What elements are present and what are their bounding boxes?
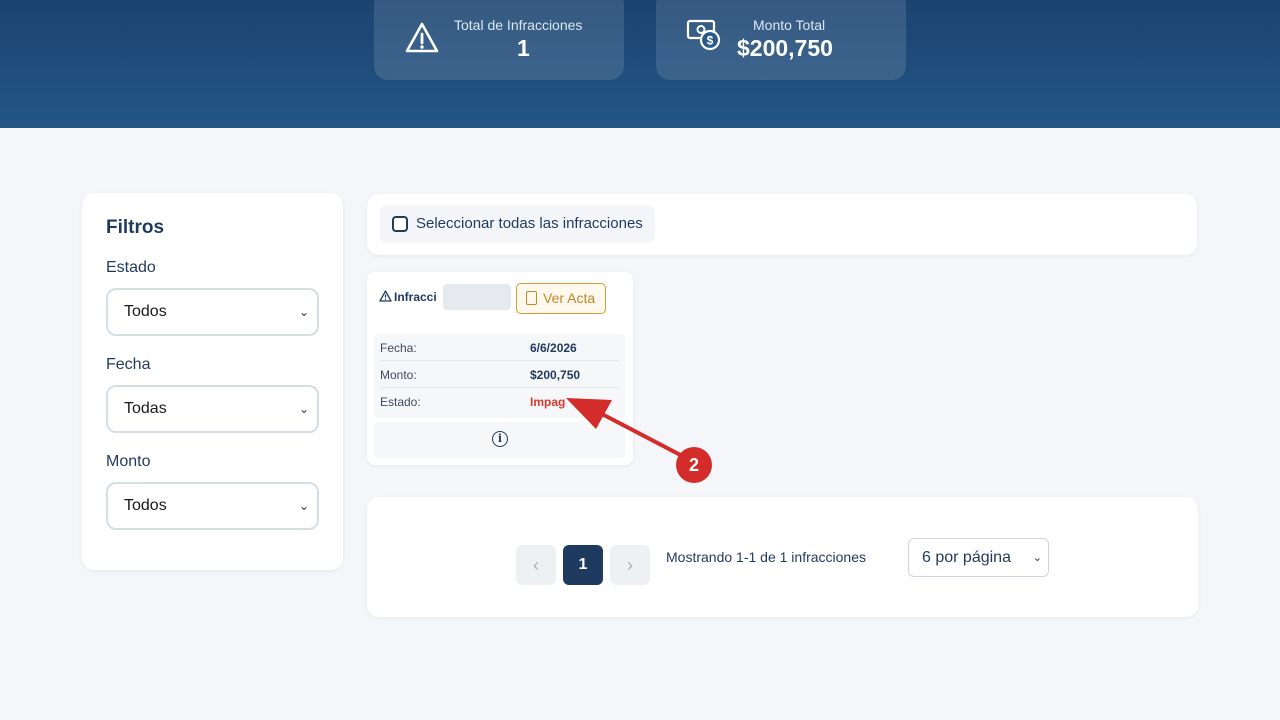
estado-select[interactable]: Todos ⌄: [106, 288, 319, 336]
annotation-step-badge: 2: [676, 447, 712, 483]
fecha-select[interactable]: Todas ⌄: [106, 385, 319, 433]
monto-select-value: Todos: [124, 497, 167, 514]
view-acta-label: Ver Acta: [543, 290, 596, 306]
per-page-select[interactable]: 6 por página ⌄: [908, 538, 1049, 577]
svg-text:$: $: [707, 34, 714, 48]
pagination-summary: Mostrando 1-1 de 1 infracciones: [666, 549, 866, 565]
infraction-title-text: Infracci: [394, 290, 437, 304]
chevron-down-icon: ⌄: [298, 499, 309, 513]
header-banner: Total de Infracciones 1 $ Monto Total $2…: [0, 0, 1280, 128]
total-amount-value: $200,750: [737, 35, 833, 61]
select-all-label: Seleccionar todas las infracciones: [416, 215, 643, 232]
monto-select[interactable]: Todos ⌄: [106, 482, 319, 530]
money-icon: $: [686, 19, 721, 51]
info-icon[interactable]: i: [492, 431, 508, 447]
detail-key: Fecha:: [380, 341, 417, 355]
fecha-select-value: Todas: [124, 400, 167, 417]
total-infractions-value: 1: [517, 35, 530, 61]
per-page-value: 6 por página: [922, 549, 1011, 566]
redacted-id: [443, 284, 511, 310]
select-all-bar: Seleccionar todas las infracciones: [367, 194, 1197, 255]
detail-value: 6/6/2026: [530, 341, 577, 355]
page-1-button[interactable]: 1: [563, 545, 603, 585]
detail-row: Monto: $200,750: [380, 361, 619, 388]
infraction-card: Infracci Ver Acta Fecha: 6/6/2026 Monto:…: [367, 272, 633, 465]
detail-value: $200,750: [530, 368, 581, 382]
warning-icon: [405, 22, 439, 53]
warning-icon: [379, 290, 392, 302]
infraction-footer: i: [374, 422, 625, 458]
detail-key: Estado:: [380, 395, 421, 409]
next-page-button[interactable]: ›: [610, 545, 650, 585]
detail-row: Fecha: 6/6/2026: [380, 334, 619, 361]
chevron-down-icon: ⌄: [1032, 552, 1042, 564]
estado-select-value: Todos: [124, 303, 167, 320]
total-infractions-card: Total de Infracciones 1: [374, 0, 624, 80]
chevron-down-icon: ⌄: [298, 305, 309, 319]
view-acta-button[interactable]: Ver Acta: [516, 283, 606, 314]
pagination-bar: ‹ 1 › Mostrando 1-1 de 1 infracciones 6 …: [367, 497, 1198, 617]
estado-label: Estado: [106, 259, 156, 276]
status-value: Impag: [530, 395, 566, 409]
total-amount-label: Monto Total: [753, 17, 826, 33]
prev-page-button[interactable]: ‹: [516, 545, 556, 585]
monto-label: Monto: [106, 453, 151, 470]
total-amount-card: $ Monto Total $200,750: [656, 0, 906, 80]
detail-key: Monto:: [380, 368, 417, 382]
document-icon: [526, 291, 537, 305]
select-all-checkbox[interactable]: [392, 216, 408, 232]
chevron-down-icon: ⌄: [298, 402, 309, 416]
infraction-details: Fecha: 6/6/2026 Monto: $200,750 Estado: …: [374, 334, 625, 418]
total-infractions-label: Total de Infracciones: [454, 17, 583, 33]
fecha-label: Fecha: [106, 356, 151, 373]
filters-title: Filtros: [106, 217, 165, 238]
infraction-title: Infracci: [379, 290, 437, 304]
select-all-toggle[interactable]: Seleccionar todas las infracciones: [380, 205, 655, 243]
detail-row: Estado: Impag: [380, 388, 619, 415]
filters-panel: Filtros Estado Todos ⌄ Fecha Todas ⌄ Mon…: [82, 193, 343, 570]
